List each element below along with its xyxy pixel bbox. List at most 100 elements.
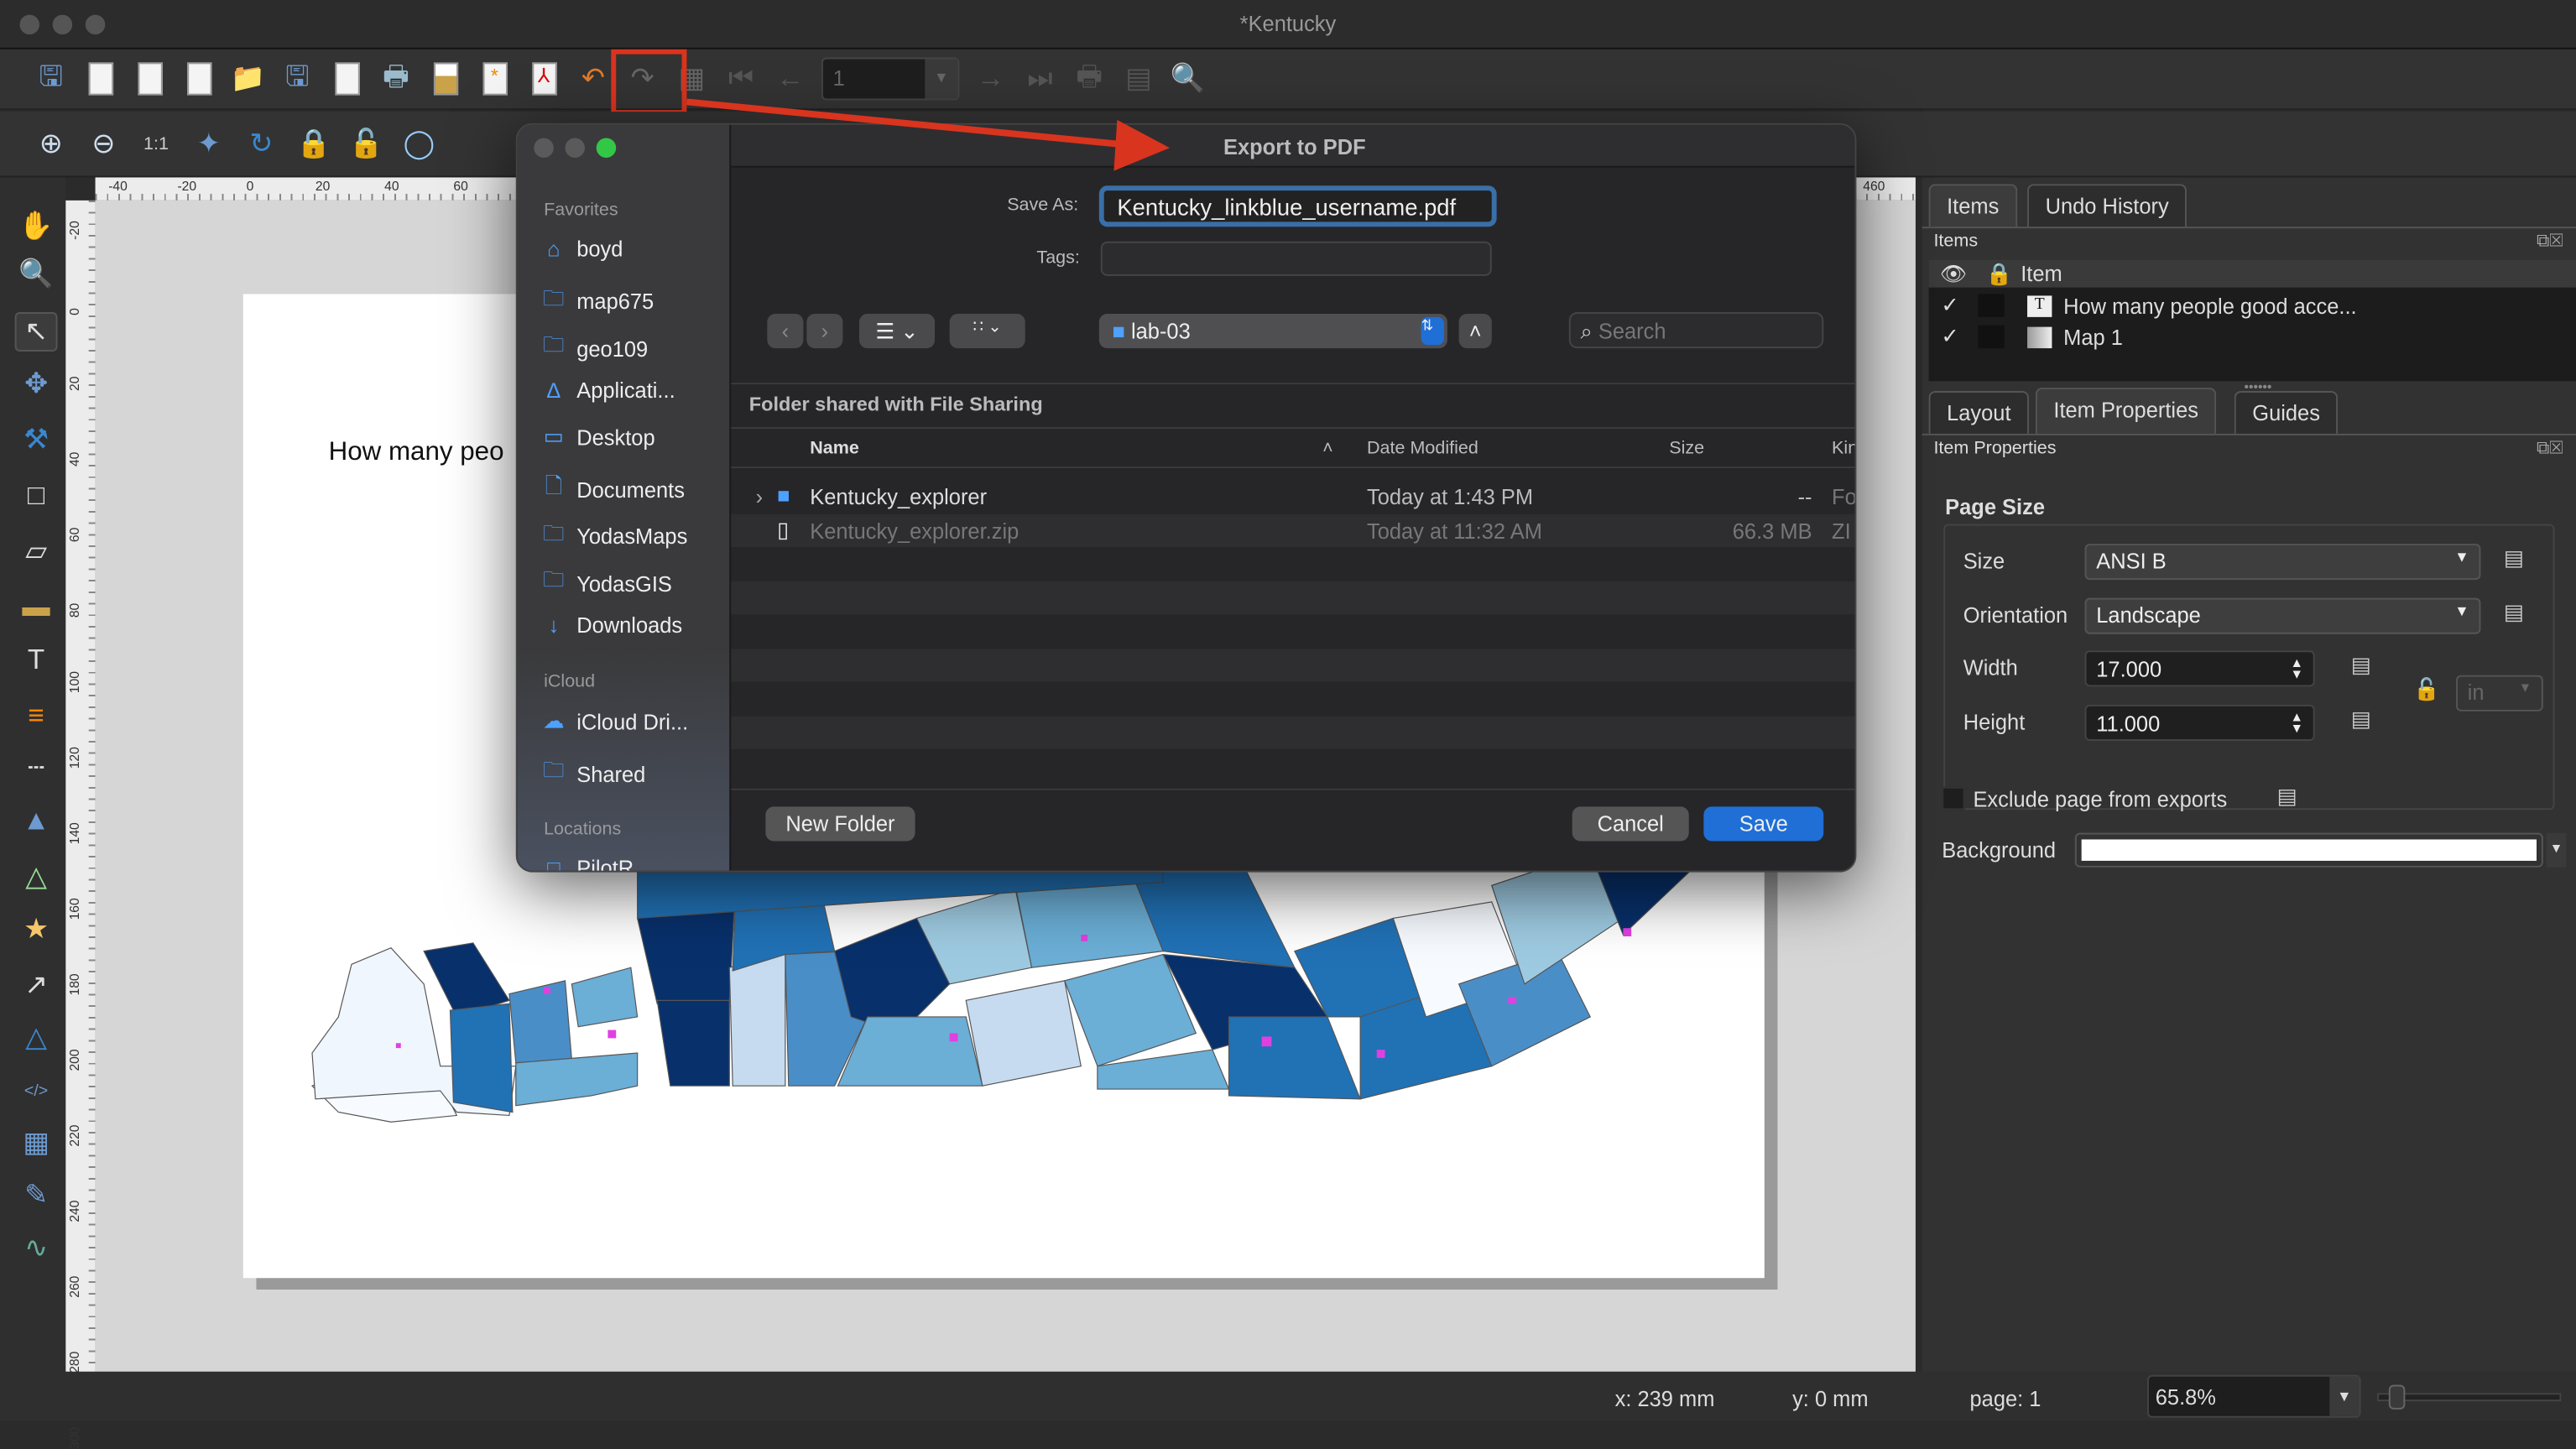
- open-template-icon[interactable]: 📁: [230, 59, 266, 98]
- spinner-arrows-icon[interactable]: ▲ ▼: [2290, 656, 2303, 680]
- add-map-icon[interactable]: □: [15, 477, 58, 516]
- data-defined-override-icon[interactable]: ▤: [2504, 600, 2524, 626]
- name-column-header[interactable]: Name: [810, 439, 859, 458]
- collapse-button[interactable]: ˄: [1458, 313, 1492, 349]
- export-svg-icon[interactable]: *: [477, 59, 513, 98]
- previous-feature-icon[interactable]: ←: [772, 59, 808, 98]
- sidebar-item-map675[interactable]: 🗀 map675: [540, 284, 654, 320]
- move-content-icon[interactable]: ✥: [15, 365, 58, 404]
- add-legend-icon[interactable]: ≡: [15, 696, 58, 736]
- tab-undo-history[interactable]: Undo History: [2027, 184, 2188, 227]
- save-as-input[interactable]: Kentucky_linkblue_username.pdf: [1098, 185, 1497, 227]
- first-feature-icon[interactable]: ⏮: [722, 59, 759, 98]
- zoom-full-icon[interactable]: ✦: [190, 124, 227, 164]
- atlas-page-combo[interactable]: 1 ▼: [821, 57, 960, 101]
- list-item[interactable]: ✓ Map 1: [1929, 322, 2576, 352]
- refresh-icon[interactable]: ↻: [243, 124, 279, 164]
- add-shape-icon[interactable]: △: [15, 857, 58, 897]
- add-node-item-icon[interactable]: △: [15, 1019, 58, 1058]
- back-button[interactable]: ‹: [767, 313, 804, 349]
- zoom-slider[interactable]: [2377, 1384, 2562, 1410]
- tab-guides[interactable]: Guides: [2234, 390, 2339, 434]
- file-row[interactable]: ▯ Kentucky_explorer.zip Today at 11:32 AM 6…: [731, 513, 1855, 548]
- add-fixed-table-icon[interactable]: ✎: [15, 1176, 58, 1216]
- unlock-items-icon[interactable]: 🔓: [348, 124, 384, 164]
- float-close-icons[interactable]: ⧉☒: [2537, 232, 2563, 253]
- next-feature-icon[interactable]: →: [973, 59, 1009, 98]
- list-item[interactable]: ✓ T How many people good acce...: [1929, 291, 2576, 321]
- add-pages-icon[interactable]: [329, 59, 365, 98]
- zoom-in-icon[interactable]: ⊕: [33, 124, 69, 164]
- add-scalebar-icon[interactable]: ┄: [15, 749, 58, 789]
- new-folder-button[interactable]: New Folder: [765, 806, 915, 842]
- location-popup[interactable]: ■ lab-03 ⇅: [1098, 313, 1447, 349]
- cancel-button[interactable]: Cancel: [1572, 806, 1689, 842]
- width-spinbox[interactable]: 17.000 ▲ ▼: [2084, 650, 2315, 687]
- date-column-header[interactable]: Date Modified: [1367, 439, 1478, 458]
- orientation-combo[interactable]: Landscape ▼: [2084, 597, 2481, 634]
- last-feature-icon[interactable]: ⏭: [1022, 59, 1058, 98]
- sidebar-item-yodasgis[interactable]: 🗀 YodasGIS: [540, 566, 672, 602]
- zoom-actual-icon[interactable]: 1:1: [138, 124, 174, 164]
- visibility-checkbox[interactable]: ✓: [1929, 324, 1972, 350]
- dialog-close-button[interactable]: [534, 138, 554, 158]
- search-field[interactable]: ⌕ Search: [1568, 312, 1824, 349]
- file-row[interactable]: › ■ Kentucky_explorer Today at 1:43 PM -- Fo: [731, 479, 1855, 514]
- spinner-arrows-icon[interactable]: ▲ ▼: [2290, 711, 2303, 735]
- save-layout-icon[interactable]: 🖫: [33, 59, 69, 98]
- sidebar-item-shared[interactable]: 🗀 Shared: [540, 756, 645, 792]
- save-template-icon[interactable]: 🖫: [279, 59, 315, 98]
- lock-aspect-ratio-icon[interactable]: 🔓: [2413, 677, 2440, 703]
- select-move-icon[interactable]: ↖: [14, 312, 58, 352]
- export-pdf-icon[interactable]: ⅄: [526, 59, 562, 98]
- tab-layout[interactable]: Layout: [1928, 390, 2030, 434]
- lock-checkbox[interactable]: [1978, 325, 2005, 349]
- add-html-icon[interactable]: </>: [15, 1071, 58, 1111]
- tags-input[interactable]: [1100, 241, 1492, 276]
- data-defined-override-icon[interactable]: ▤: [2504, 545, 2524, 571]
- sidebar-item-geo109[interactable]: 🗀 geo109: [540, 331, 648, 367]
- sidebar-item-documents[interactable]: 🗋 Documents: [540, 472, 685, 508]
- dialog-minimize-button[interactable]: [565, 138, 586, 158]
- zoom-out-icon[interactable]: ⊖: [86, 124, 122, 164]
- add-elevation-profile-icon[interactable]: ∿: [15, 1229, 58, 1269]
- add-attribute-table-icon[interactable]: ▦: [15, 1123, 58, 1163]
- add-3d-map-icon[interactable]: ▱: [15, 532, 58, 571]
- background-color-button[interactable]: [2074, 832, 2543, 868]
- add-north-arrow-icon[interactable]: ▲: [15, 801, 58, 841]
- zoom-combo[interactable]: 65.8% ▼: [2146, 1374, 2361, 1418]
- sidebar-item-pilotr[interactable]: □ PilotR: [540, 855, 634, 870]
- duplicate-layout-icon[interactable]: [132, 59, 168, 98]
- new-layout-icon[interactable]: [82, 59, 118, 98]
- data-defined-override-icon[interactable]: ▤: [2351, 652, 2371, 678]
- size-column-header[interactable]: Size: [1669, 439, 1704, 458]
- forward-button[interactable]: ›: [806, 313, 843, 349]
- atlas-settings-icon[interactable]: 🔍: [1170, 59, 1206, 98]
- data-defined-override-icon[interactable]: ▤: [2351, 706, 2371, 732]
- tab-item-properties[interactable]: Item Properties: [2035, 388, 2217, 434]
- list-view-button[interactable]: ☰ ⌄: [858, 313, 936, 349]
- pan-icon[interactable]: ✋: [15, 207, 58, 247]
- add-picture-icon[interactable]: ▬: [15, 588, 58, 628]
- visibility-checkbox[interactable]: ✓: [1929, 293, 1972, 319]
- sidebar-item-downloads[interactable]: ↓ Downloads: [540, 612, 682, 637]
- sidebar-item-boyd[interactable]: ⌂ boyd: [540, 237, 623, 261]
- chevron-down-icon[interactable]: ▼: [2546, 832, 2567, 868]
- lock-checkbox[interactable]: [1978, 294, 2005, 317]
- print-icon[interactable]: 🖶: [378, 59, 414, 98]
- add-label-icon[interactable]: T: [15, 641, 58, 680]
- icon-view-button[interactable]: ∷ ⌄: [949, 313, 1025, 349]
- atlas-export-icon[interactable]: ▤: [1120, 59, 1156, 98]
- layout-manager-icon[interactable]: [180, 59, 216, 98]
- size-combo[interactable]: ANSI B ▼: [2084, 544, 2481, 581]
- items-tree[interactable]: 👁 🔒 Item ✓ T How many people good acce..…: [1928, 259, 2576, 382]
- exclude-page-checkbox[interactable]: [1942, 786, 1965, 811]
- data-defined-override-icon[interactable]: ▤: [2277, 784, 2297, 810]
- kind-column-header[interactable]: Kin: [1832, 439, 1854, 458]
- add-marker-icon[interactable]: ★: [15, 910, 58, 950]
- save-button[interactable]: Save: [1703, 806, 1824, 842]
- tab-items[interactable]: Items: [1928, 184, 2017, 227]
- sidebar-item-desktop[interactable]: ▭ Desktop: [540, 425, 655, 451]
- float-close-icons[interactable]: ⧉☒: [2537, 439, 2563, 460]
- lock-items-icon[interactable]: 🔒: [295, 124, 331, 164]
